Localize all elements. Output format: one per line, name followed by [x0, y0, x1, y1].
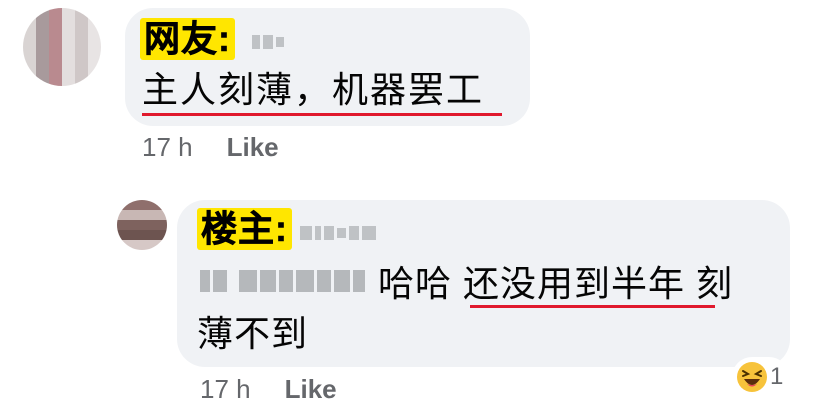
laughing-emoji-icon	[737, 362, 767, 392]
like-button[interactable]: Like	[285, 374, 337, 404]
reply-timestamp[interactable]: 17 h	[200, 374, 251, 404]
role-tag-highlight: 网友:	[140, 18, 235, 60]
red-underline	[470, 305, 715, 308]
reply-text-line2: 薄不到	[197, 313, 309, 354]
blurred-mention-name	[200, 270, 365, 292]
reply-meta: 17 h Like	[200, 374, 337, 404]
red-underline	[142, 113, 502, 116]
avatar[interactable]	[23, 8, 101, 86]
like-button[interactable]: Like	[227, 132, 279, 162]
blurred-author-name	[252, 35, 284, 49]
reaction-count: 1	[770, 363, 784, 390]
avatar[interactable]	[117, 200, 167, 250]
reply-text-line1: 哈哈 还没用到半年 刻	[378, 263, 734, 304]
comment-timestamp[interactable]: 17 h	[142, 132, 193, 162]
comment-meta: 17 h Like	[142, 132, 279, 162]
blurred-author-name	[300, 226, 376, 240]
reaction-badge[interactable]: 1	[732, 357, 790, 397]
role-tag-highlight: 楼主:	[197, 208, 292, 250]
comment-text: 主人刻薄，机器罢工	[142, 69, 485, 110]
